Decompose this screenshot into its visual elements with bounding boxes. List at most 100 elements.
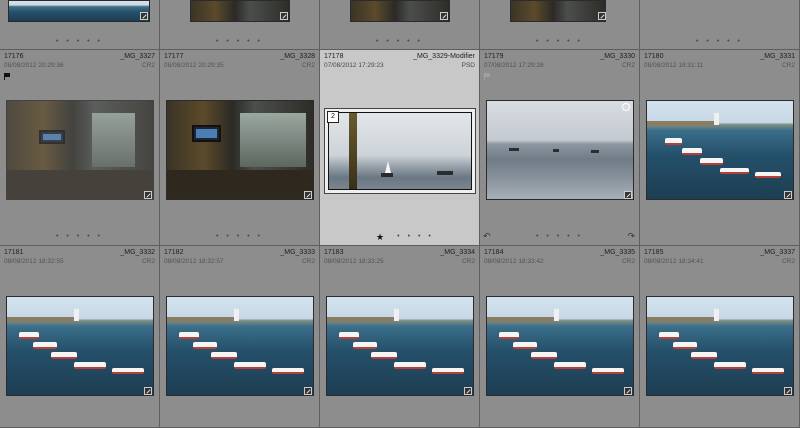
file-name: _MG_3327 xyxy=(120,53,155,60)
capture-date: 08/08/2012 18:33:42 xyxy=(484,258,544,265)
edit-badge-icon xyxy=(624,191,632,199)
edit-badge-icon xyxy=(598,12,606,20)
cell-header: 17185 _MG_3337 08/08/2012 18:34:41 CR2 xyxy=(644,248,795,270)
capture-date: 08/08/2012 20:29:35 xyxy=(164,62,224,69)
thumbnail[interactable] xyxy=(486,296,634,396)
thumbnail[interactable] xyxy=(646,296,794,396)
file-extension: CR2 xyxy=(781,258,795,265)
grid-cell[interactable]: • • • • • xyxy=(160,0,320,50)
capture-date: 08/08/2012 18:32:55 xyxy=(4,258,64,265)
index-number: 17176 xyxy=(4,53,24,60)
index-number: 17185 xyxy=(644,249,664,256)
cell-header: 17179 _MG_3330 07/08/2012 17:29:28 CR2 xyxy=(484,52,635,74)
file-name: _MG_3328 xyxy=(280,53,315,60)
thumbnail[interactable] xyxy=(350,0,450,22)
cell-header: 17182 _MG_3333 08/08/2012 18:32:57 CR2 xyxy=(164,248,315,270)
stack-count-badge[interactable]: 2 xyxy=(327,111,339,123)
selected-thumbnail-frame[interactable]: 2 xyxy=(324,108,476,194)
rating-dots[interactable]: • • • • • xyxy=(640,38,799,45)
cell-header: 17183 _MG_3334 08/08/2012 18:33:25 CR2 xyxy=(324,248,475,270)
index-number: 17181 xyxy=(4,249,24,256)
thumbnail[interactable] xyxy=(510,0,606,22)
thumbnail[interactable] xyxy=(6,100,154,200)
capture-date: 08/08/2012 20:29:36 xyxy=(4,62,64,69)
edit-badge-icon xyxy=(784,387,792,395)
file-name: _MG_3337 xyxy=(760,249,795,256)
thumbnail[interactable] xyxy=(646,100,794,200)
grid-cell[interactable]: • • • • • xyxy=(320,0,480,50)
thumbnail[interactable] xyxy=(486,100,634,200)
file-name: _MG_3333 xyxy=(280,249,315,256)
grid-cell[interactable]: 17179 _MG_3330 07/08/2012 17:29:28 CR2 ↶… xyxy=(480,50,640,246)
grid-cell[interactable]: 17183 _MG_3334 08/08/2012 18:33:25 CR2 xyxy=(320,246,480,428)
grid-row: 17181 _MG_3332 08/08/2012 18:32:55 CR2 1… xyxy=(0,246,800,428)
thumbnail[interactable] xyxy=(6,296,154,396)
grid-cell[interactable]: 17180 _MG_3331 08/08/2012 18:31:11 CR2 xyxy=(640,50,800,246)
target-circle-icon[interactable] xyxy=(622,103,630,111)
file-extension: CR2 xyxy=(301,62,315,69)
capture-date: 08/08/2012 18:33:25 xyxy=(324,258,384,265)
grid-cell[interactable]: 17184 _MG_3335 08/08/2012 18:33:42 CR2 xyxy=(480,246,640,428)
cell-header: 17184 _MG_3335 08/08/2012 18:33:42 CR2 xyxy=(484,248,635,270)
rating-dots[interactable]: • • • • • xyxy=(480,233,639,240)
rating-dots[interactable]: • • • • • xyxy=(320,38,479,45)
thumbnail[interactable] xyxy=(8,0,150,22)
library-grid: • • • • • • • • • • • • • • • • • • • • … xyxy=(0,0,800,428)
grid-cell[interactable]: 17181 _MG_3332 08/08/2012 18:32:55 CR2 xyxy=(0,246,160,428)
cell-header: 17177 _MG_3328 08/08/2012 20:29:35 CR2 xyxy=(164,52,315,74)
thumbnail[interactable] xyxy=(328,112,472,190)
file-extension: CR2 xyxy=(141,258,155,265)
rating-dots[interactable]: • • • • xyxy=(336,233,479,240)
cell-header: 17180 _MG_3331 08/08/2012 18:31:11 CR2 xyxy=(644,52,795,74)
grid-cell[interactable]: 17185 _MG_3337 08/08/2012 18:34:41 CR2 xyxy=(640,246,800,428)
index-number: 17178 xyxy=(324,53,344,60)
flag-icon[interactable] xyxy=(4,73,10,80)
edit-badge-icon xyxy=(784,191,792,199)
file-name: _MG_3330 xyxy=(600,53,635,60)
file-extension: CR2 xyxy=(621,258,635,265)
grid-cell-selected[interactable]: 17178 _MG_3329-Modifier 07/08/2012 17:29… xyxy=(320,50,480,246)
thumbnail[interactable] xyxy=(166,296,314,396)
index-number: 17177 xyxy=(164,53,184,60)
rating-dots[interactable]: • • • • • xyxy=(0,38,159,45)
index-number: 17179 xyxy=(484,53,504,60)
file-extension: CR2 xyxy=(461,258,475,265)
grid-cell[interactable]: 17182 _MG_3333 08/08/2012 18:32:57 CR2 xyxy=(160,246,320,428)
file-name: _MG_3334 xyxy=(440,249,475,256)
grid-row-top: • • • • • • • • • • • • • • • • • • • • … xyxy=(0,0,800,50)
cell-header: 17178 _MG_3329-Modifier 07/08/2012 17:29… xyxy=(324,52,475,74)
grid-cell[interactable]: • • • • • xyxy=(0,0,160,50)
rating-dots[interactable]: • • • • • xyxy=(160,38,319,45)
grid-cell[interactable]: 17177 _MG_3328 08/08/2012 20:29:35 CR2 •… xyxy=(160,50,320,246)
rating-dots[interactable]: • • • • • xyxy=(160,233,319,240)
cell-header: 17181 _MG_3332 08/08/2012 18:32:55 CR2 xyxy=(4,248,155,270)
thumbnail[interactable] xyxy=(166,100,314,200)
flag-icon[interactable] xyxy=(484,73,490,80)
file-name: _MG_3329-Modifier xyxy=(413,53,475,60)
index-number: 17182 xyxy=(164,249,184,256)
rating-dots[interactable]: • • • • • xyxy=(480,38,639,45)
edit-badge-icon xyxy=(464,387,472,395)
index-number: 17180 xyxy=(644,53,664,60)
edit-badge-icon xyxy=(624,387,632,395)
thumbnail[interactable] xyxy=(326,296,474,396)
thumbnail[interactable] xyxy=(190,0,290,22)
index-number: 17184 xyxy=(484,249,504,256)
cell-header: 17176 _MG_3327 08/08/2012 20:29:36 CR2 xyxy=(4,52,155,74)
capture-date: 07/08/2012 17:29:28 xyxy=(484,62,544,69)
capture-date: 08/08/2012 18:34:41 xyxy=(644,258,704,265)
grid-cell[interactable]: 17176 _MG_3327 08/08/2012 20:29:36 CR2 •… xyxy=(0,50,160,246)
file-extension: CR2 xyxy=(141,62,155,69)
edit-badge-icon xyxy=(304,191,312,199)
capture-date: 08/08/2012 18:31:11 xyxy=(644,62,704,69)
index-number: 17183 xyxy=(324,249,344,256)
file-extension: CR2 xyxy=(781,62,795,69)
file-name: _MG_3332 xyxy=(120,249,155,256)
file-name: _MG_3335 xyxy=(600,249,635,256)
edit-badge-icon xyxy=(144,387,152,395)
rating-dots[interactable]: • • • • • xyxy=(0,233,159,240)
grid-cell[interactable]: • • • • • xyxy=(480,0,640,50)
edit-badge-icon xyxy=(140,12,148,20)
edit-badge-icon xyxy=(304,387,312,395)
grid-cell[interactable]: • • • • • xyxy=(640,0,800,50)
